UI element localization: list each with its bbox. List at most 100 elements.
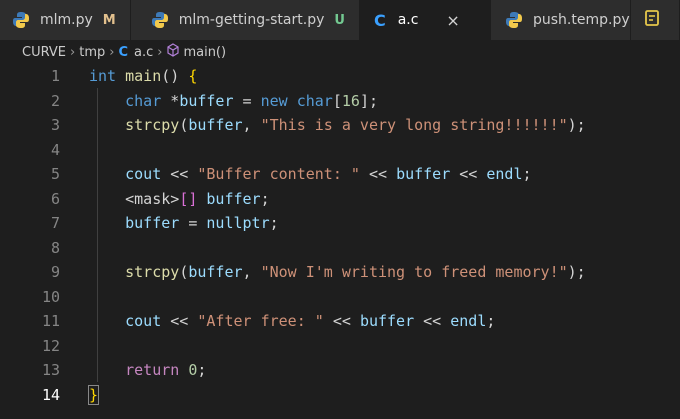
code-token: ; bbox=[486, 312, 496, 330]
code-token: main bbox=[125, 67, 162, 85]
line-number: 14 bbox=[41, 385, 60, 404]
code-token: buffer bbox=[206, 189, 261, 208]
code-token: << bbox=[414, 312, 451, 330]
code-token: << bbox=[450, 165, 487, 183]
tab-label: mlm-getting-start.py bbox=[178, 12, 325, 28]
code-token: endl bbox=[486, 165, 523, 183]
code-line[interactable]: 7 buffer = nullptr; bbox=[0, 211, 680, 236]
line-number: 6 bbox=[50, 189, 60, 208]
breadcrumb-root[interactable]: CURVE bbox=[22, 45, 66, 60]
code-token: = bbox=[233, 91, 261, 110]
code-token: char bbox=[296, 91, 333, 110]
code-token: ; bbox=[522, 165, 532, 183]
code-token: int bbox=[89, 67, 117, 85]
code-token: "After free: " bbox=[197, 312, 324, 330]
code-text: } bbox=[87, 383, 100, 408]
code-token: ( bbox=[179, 263, 189, 281]
code-line[interactable]: 12 bbox=[0, 334, 680, 359]
line-number: 3 bbox=[50, 116, 60, 134]
code-token: << bbox=[161, 312, 198, 330]
line-number: 9 bbox=[50, 263, 60, 281]
code-token: { bbox=[188, 67, 198, 85]
code-editor[interactable]: 1 int main() {2 char *buffer = new char[1… bbox=[0, 64, 680, 419]
cube-icon bbox=[166, 43, 180, 61]
code-line[interactable]: 3 strcpy(buffer, "This is a very long st… bbox=[0, 113, 680, 138]
line-number: 12 bbox=[41, 336, 60, 355]
code-token: nullptr bbox=[206, 214, 270, 232]
untracked-badge: U bbox=[334, 12, 345, 28]
code-token: "Now I'm writing to freed memory!" bbox=[260, 263, 568, 281]
code-token: buffer bbox=[188, 263, 243, 281]
close-icon[interactable]: × bbox=[446, 11, 459, 30]
code-token: } bbox=[87, 384, 100, 405]
code-token: () bbox=[161, 67, 189, 85]
line-number: 7 bbox=[50, 214, 60, 232]
code-text: strcpy(buffer, "This is a very long stri… bbox=[89, 113, 586, 138]
code-token: <mask> bbox=[89, 189, 180, 208]
code-token: "Buffer content: " bbox=[197, 165, 360, 183]
code-token: ( bbox=[179, 116, 189, 134]
code-token: << bbox=[323, 312, 360, 330]
code-token: ; bbox=[260, 189, 270, 208]
code-line[interactable]: 14} bbox=[0, 383, 680, 408]
breadcrumb-folder[interactable]: tmp bbox=[79, 45, 105, 60]
code-text: strcpy(buffer, "Now I'm writing to freed… bbox=[89, 260, 586, 285]
chevron-right-icon: › bbox=[109, 44, 115, 60]
code-line[interactable]: 5 cout << "Buffer content: " << buffer <… bbox=[0, 162, 680, 187]
c-icon: C bbox=[373, 10, 386, 30]
code-token: buffer bbox=[125, 214, 180, 232]
python-icon bbox=[151, 11, 169, 29]
code-token: << bbox=[359, 165, 397, 183]
tab-label: a.c bbox=[397, 12, 419, 28]
tab-push-temp-py[interactable]: push.temp.py bbox=[491, 0, 631, 40]
python-icon bbox=[505, 11, 523, 29]
code-line[interactable]: 4 bbox=[0, 138, 680, 163]
tab-mlm-getting-start-py[interactable]: mlm-getting-start.py U bbox=[130, 0, 360, 40]
tab-label: push.temp.py bbox=[533, 12, 630, 28]
chevron-right-icon: › bbox=[157, 44, 163, 60]
code-text: return 0; bbox=[89, 358, 206, 383]
code-token: endl bbox=[450, 312, 487, 330]
code-line[interactable]: 2 char *buffer = new char[16]; bbox=[0, 89, 680, 114]
breadcrumb-file[interactable]: a.c bbox=[134, 45, 153, 60]
tab-json[interactable] bbox=[631, 0, 680, 40]
code-line[interactable]: 13 return 0; bbox=[0, 358, 680, 383]
code-token: , bbox=[242, 116, 261, 134]
code-token: ]; bbox=[359, 91, 378, 110]
code-token: char bbox=[125, 91, 162, 110]
code-line[interactable]: 8 bbox=[0, 236, 680, 261]
code-token: = bbox=[179, 214, 207, 232]
code-line[interactable]: 6 <mask>[] buffer; bbox=[0, 187, 680, 212]
code-token: "This is a very long string!!!!!!" bbox=[260, 116, 568, 134]
code-token: buffer bbox=[359, 312, 415, 330]
code-token: buffer bbox=[396, 165, 451, 183]
breadcrumb-symbol[interactable]: main() bbox=[183, 45, 226, 60]
tab-bar: mlm.py M mlm-getting-start.py U C a.c × … bbox=[0, 0, 680, 40]
line-number: 11 bbox=[41, 312, 60, 330]
code-token: ; bbox=[269, 214, 279, 232]
code-token: buffer bbox=[179, 91, 234, 110]
code-line[interactable]: 9 strcpy(buffer, "Now I'm writing to fre… bbox=[0, 260, 680, 285]
code-token: cout bbox=[125, 165, 162, 183]
code-token: ); bbox=[567, 116, 586, 134]
code-line[interactable]: 10 bbox=[0, 285, 680, 310]
tab-label: mlm.py bbox=[40, 12, 93, 28]
code-line[interactable]: 1 int main() { bbox=[0, 64, 680, 89]
code-token: [] bbox=[179, 189, 198, 208]
line-number: 2 bbox=[50, 91, 60, 110]
line-number: 10 bbox=[41, 287, 60, 306]
tab-a-c[interactable]: C a.c × bbox=[359, 0, 491, 40]
code-line[interactable]: 11 cout << "After free: " << buffer << e… bbox=[0, 309, 680, 334]
code-text: int main() { bbox=[89, 64, 197, 89]
tab-mlm-py[interactable]: mlm.py M bbox=[0, 0, 131, 40]
code-text: <mask>[] buffer; bbox=[89, 187, 270, 212]
code-token: strcpy bbox=[125, 116, 180, 134]
code-token: return bbox=[125, 361, 180, 379]
code-token: strcpy bbox=[125, 263, 180, 281]
